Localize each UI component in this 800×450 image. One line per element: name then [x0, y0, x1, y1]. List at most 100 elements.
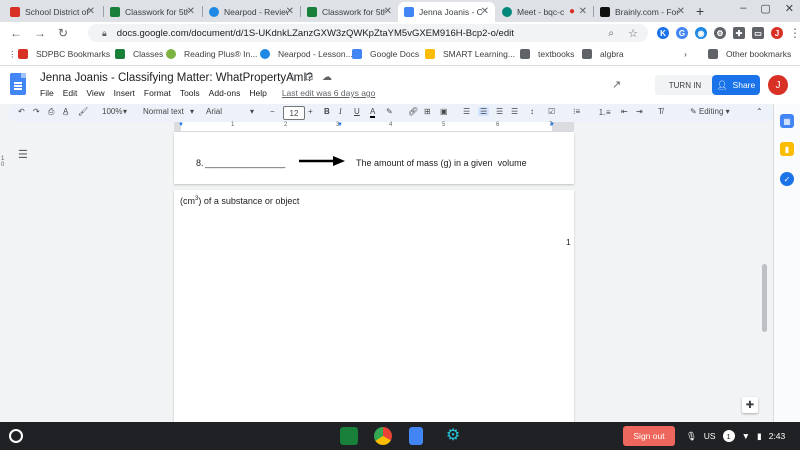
classroom-app-icon[interactable] [340, 427, 358, 445]
extensions-puzzle-icon[interactable]: ✚ [733, 27, 745, 39]
last-edit-link[interactable]: Last edit was 6 days ago [282, 88, 376, 98]
bookmark-item[interactable]: textbooks [520, 49, 574, 59]
bookmark-item[interactable]: SMART Learning... [425, 49, 515, 59]
bold-icon[interactable]: B [324, 107, 330, 116]
decrease-indent-icon[interactable]: ⇤ [621, 107, 628, 116]
turn-in-button[interactable]: TURN IN [655, 75, 715, 95]
bookmark-item[interactable]: Google Docs [352, 49, 419, 59]
close-window-icon[interactable]: ✕ [785, 2, 794, 15]
numbered-list-icon[interactable]: ⒈≡ [598, 107, 611, 118]
spellcheck-icon[interactable]: A̲ [63, 107, 68, 116]
bookmark-item[interactable]: Reading Plus® In... [166, 49, 257, 59]
document-title[interactable]: Jenna Joanis - Classifying Matter: WhatP… [40, 72, 313, 84]
menu-addons[interactable]: Add-ons [209, 88, 241, 98]
explore-icon[interactable]: ✚ [742, 397, 758, 413]
clear-formatting-icon[interactable]: T̸ [658, 107, 663, 116]
back-icon[interactable]: ← [10, 26, 22, 40]
address-bar[interactable]: 🔒︎ docs.google.com/document/d/1S-UKdnkLZ… [88, 24, 648, 42]
chrome-app-icon[interactable] [374, 427, 392, 445]
share-button[interactable]: 👤︎ Share [712, 75, 760, 95]
highlight-icon[interactable]: ✎ [386, 107, 393, 116]
tab-5[interactable]: Meet - bqc-c ● ✕ [496, 2, 593, 22]
right-indent-icon[interactable]: ▼ [549, 122, 555, 128]
extension-gear-icon[interactable]: ⚙ [714, 27, 726, 39]
bookmark-item[interactable]: SDPBC Bookmarks [18, 49, 110, 59]
settings-app-icon[interactable]: ⚙ [444, 427, 462, 445]
menu-edit[interactable]: Edit [63, 88, 78, 98]
bookmark-item[interactable]: Classes [115, 49, 163, 59]
extension-k-icon[interactable]: K [657, 27, 669, 39]
collapse-menus-icon[interactable]: ⌃ [756, 107, 763, 116]
activity-trend-icon[interactable]: ↗ [612, 78, 621, 91]
notification-badge[interactable]: 1 [722, 430, 735, 442]
launcher-icon[interactable] [9, 429, 23, 443]
undo-icon[interactable]: ↶ [18, 107, 25, 116]
justify-icon[interactable]: ☰ [511, 107, 518, 116]
reload-icon[interactable]: ↻ [58, 26, 68, 40]
minimize-icon[interactable]: – [740, 2, 746, 15]
indent-marker-icon[interactable]: ▼ [178, 122, 184, 128]
bulleted-list-icon[interactable]: ⁝≡ [573, 107, 580, 116]
font-size-input[interactable]: 12 [283, 106, 305, 120]
decrease-font-icon[interactable]: − [270, 107, 275, 116]
paint-format-icon[interactable]: 🖌︎ [78, 107, 88, 116]
bookmark-item[interactable]: algbra [582, 49, 624, 59]
menu-tools[interactable]: Tools [180, 88, 200, 98]
menu-file[interactable]: File [40, 88, 54, 98]
maximize-icon[interactable]: ▢ [760, 2, 770, 15]
scrollbar-thumb[interactable] [762, 264, 767, 332]
menu-format[interactable]: Format [144, 88, 171, 98]
zoom-select[interactable]: 100% [102, 107, 122, 116]
tab-4-active[interactable]: Jenna Joanis - Cl ✕ [398, 2, 495, 22]
comment-icon[interactable]: ⊞ [424, 107, 431, 116]
increase-font-icon[interactable]: + [308, 107, 313, 116]
editing-mode-select[interactable]: ✎ Editing ▾ [690, 107, 730, 116]
bookmark-item[interactable]: Nearpod - Lesson... [260, 49, 353, 59]
style-select[interactable]: Normal text [143, 107, 184, 116]
tab-2[interactable]: Nearpod - Review ✕ [203, 2, 300, 22]
other-bookmarks[interactable]: Other bookmarks [708, 49, 791, 59]
tasks-icon[interactable]: ✓ [780, 172, 794, 186]
font-select[interactable]: Arial [206, 107, 222, 116]
tab-0[interactable]: School District of ✕ [4, 2, 101, 22]
new-tab-icon[interactable]: + [696, 3, 704, 19]
profile-avatar[interactable]: J [771, 27, 783, 39]
microphone-icon[interactable]: 🎙︎ [686, 431, 697, 442]
answer-blank[interactable]: _________________ [205, 158, 285, 168]
tab-1[interactable]: Classwork for 5th ✕ [104, 2, 201, 22]
close-icon[interactable]: ✕ [579, 6, 587, 17]
chevron-right-icon[interactable]: › [684, 49, 687, 59]
star-icon[interactable]: ☆ [288, 72, 297, 83]
docs-app-icon[interactable] [409, 427, 423, 445]
align-right-icon[interactable]: ☰ [496, 107, 503, 116]
image-icon[interactable]: ▣ [440, 107, 448, 116]
search-icon[interactable]: ⌕ [608, 28, 614, 39]
move-folder-icon[interactable]: ⊡ [305, 72, 313, 83]
menu-view[interactable]: View [86, 88, 104, 98]
print-icon[interactable]: ⎙ [48, 107, 54, 117]
close-icon[interactable]: ✕ [481, 6, 489, 17]
menu-insert[interactable]: Insert [114, 88, 135, 98]
close-icon[interactable]: ✕ [286, 6, 294, 17]
bookmark-star-icon[interactable]: ☆ [628, 27, 638, 40]
document-outline-icon[interactable]: ☰ [18, 148, 28, 161]
italic-icon[interactable]: I [339, 107, 342, 116]
tab-6[interactable]: Brainly.com - For ✕ [594, 2, 691, 22]
menu-help[interactable]: Help [249, 88, 266, 98]
link-icon[interactable]: 🔗︎ [408, 107, 418, 116]
redo-icon[interactable]: ↷ [33, 107, 40, 116]
line-spacing-icon[interactable]: ↕ [530, 107, 534, 116]
chrome-menu-icon[interactable]: ⋮ [789, 26, 800, 40]
account-avatar[interactable]: J [768, 75, 788, 95]
forward-icon[interactable]: → [34, 26, 46, 40]
increase-indent-icon[interactable]: ⇥ [636, 107, 643, 116]
extension-nearpod-icon[interactable]: ◉ [695, 27, 707, 39]
system-tray[interactable]: 🎙︎ US 1 ▼ ▮ 2:43 [686, 430, 785, 442]
cast-icon[interactable]: ▭ [752, 27, 764, 39]
calendar-icon[interactable]: ▦ [780, 114, 794, 128]
close-icon[interactable]: ✕ [187, 6, 195, 17]
close-icon[interactable]: ✕ [677, 6, 685, 17]
tab-stop-icon[interactable]: ▼ [337, 122, 343, 128]
close-icon[interactable]: ✕ [87, 6, 95, 17]
docs-logo-icon[interactable] [10, 73, 26, 95]
